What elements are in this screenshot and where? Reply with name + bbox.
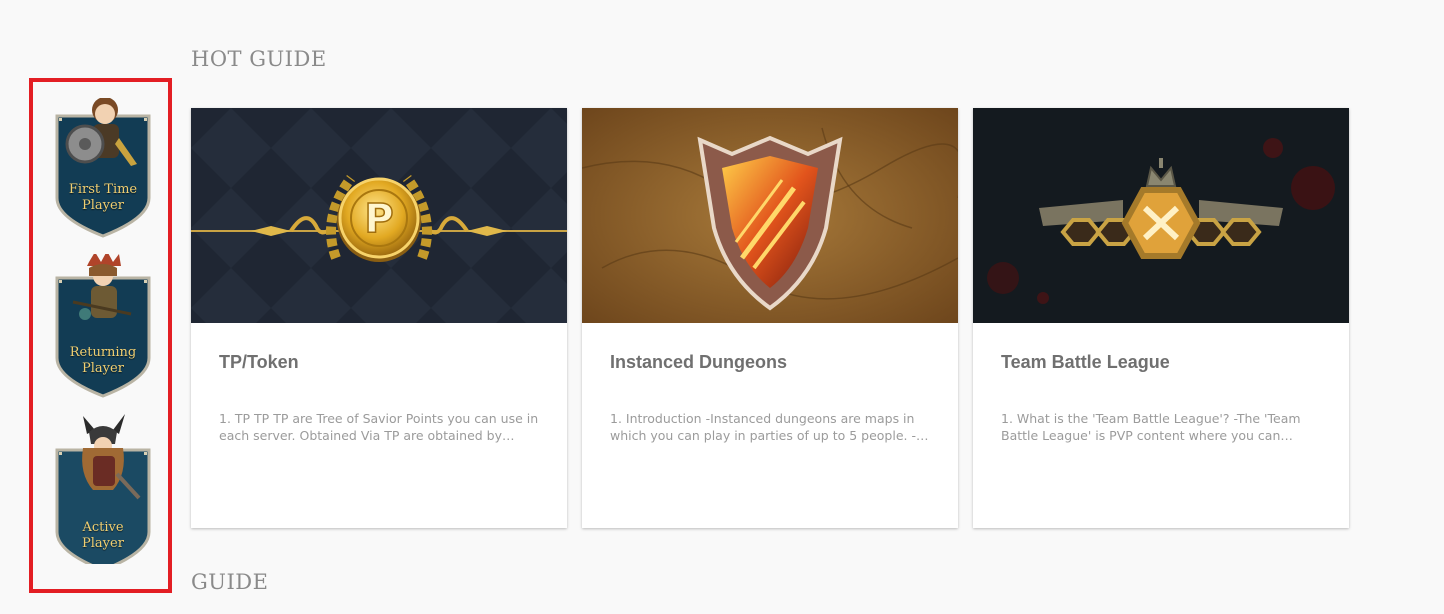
returning-player-badge[interactable]: Returning Player xyxy=(53,254,153,404)
team-battle-crest-icon xyxy=(973,108,1349,323)
knight-shield-icon xyxy=(55,98,151,238)
guide-heading: GUIDE xyxy=(191,570,269,594)
active-player-badge[interactable]: Active Player xyxy=(53,414,153,564)
archer-shield-icon xyxy=(55,254,151,398)
guide-card-instanced-dungeons[interactable]: Instanced Dungeons 1. Introduction -Inst… xyxy=(582,108,958,528)
card-banner: P xyxy=(191,108,567,323)
guide-card-tp-token[interactable]: P TP/Token 1. TP TP TP are Tree of Savio… xyxy=(191,108,567,528)
active-player-label: Active Player xyxy=(82,520,124,551)
returning-player-label: Returning Player xyxy=(69,345,137,376)
card-title: TP/Token xyxy=(219,352,299,372)
guide-card-team-battle-league[interactable]: Team Battle League 1. What is the 'Team … xyxy=(973,108,1349,528)
card-banner xyxy=(973,108,1349,323)
tp-coin-emblem-icon: P xyxy=(191,108,567,323)
dungeon-shield-icon xyxy=(582,108,958,323)
card-description: 1. TP TP TP are Tree of Savior Points yo… xyxy=(219,411,539,443)
card-description: 1. Introduction -Instanced dungeons are … xyxy=(610,411,929,443)
first-time-player-label: First Time Player xyxy=(68,182,138,213)
hot-guide-heading: HOT GUIDE xyxy=(191,47,327,71)
player-type-sidebar: First Time Player Returning Player Activ… xyxy=(29,78,172,593)
first-time-player-badge[interactable]: First Time Player xyxy=(53,98,153,248)
card-title: Team Battle League xyxy=(1001,352,1170,372)
svg-text:P: P xyxy=(364,196,393,242)
card-description: 1. What is the 'Team Battle League'? -Th… xyxy=(1001,411,1301,443)
card-title: Instanced Dungeons xyxy=(610,352,788,372)
card-banner xyxy=(582,108,958,323)
